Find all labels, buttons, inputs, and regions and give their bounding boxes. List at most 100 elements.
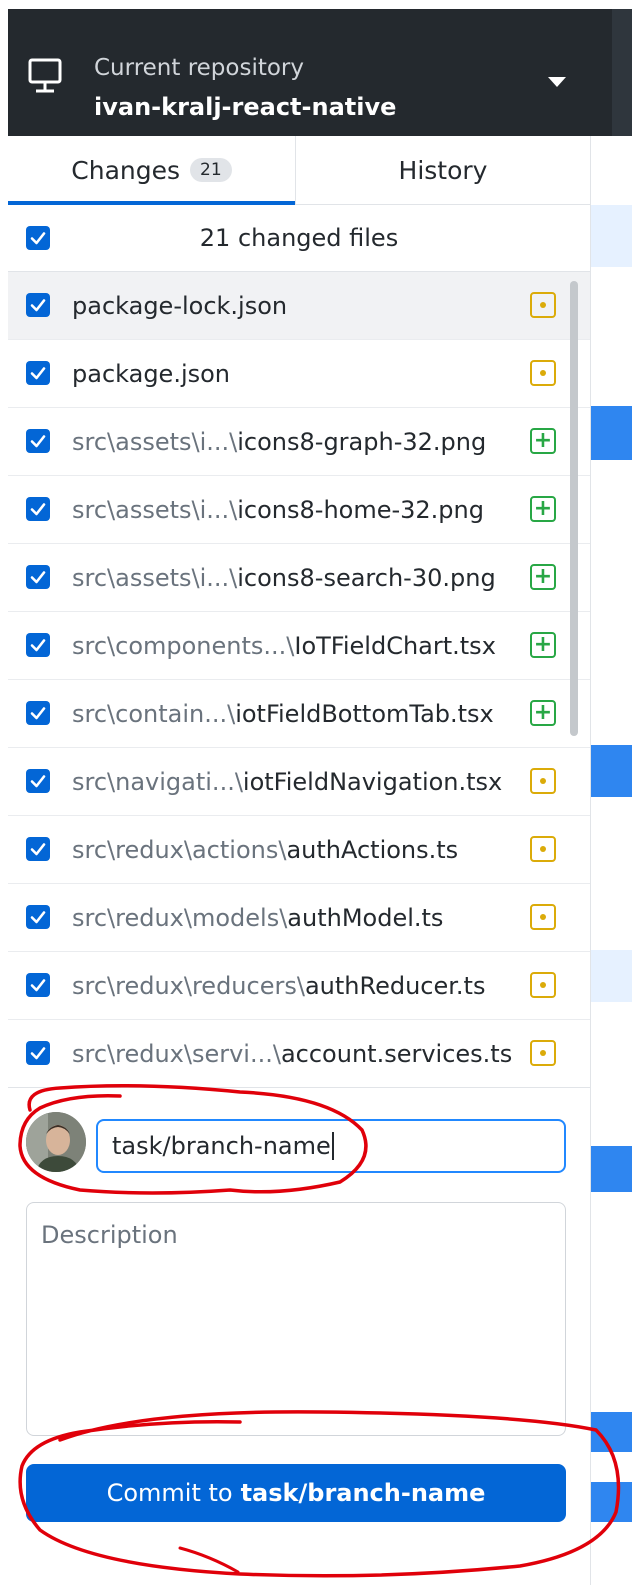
text-cursor: [331, 1132, 334, 1160]
diff-marker: [591, 1146, 632, 1192]
file-path: src\redux\servi...\ account.services.ts: [72, 1020, 512, 1087]
file-path: src\components...\ IoTFieldChart.tsx: [72, 612, 496, 679]
file-modified-icon: [530, 836, 556, 862]
file-checkbox[interactable]: [26, 565, 50, 589]
file-checkbox[interactable]: [26, 701, 50, 725]
file-row[interactable]: src\contain...\ iotFieldBottomTab.tsx +: [8, 680, 590, 748]
file-name: iotFieldBottomTab.tsx: [235, 699, 494, 728]
file-checkbox[interactable]: [26, 905, 50, 929]
file-list-scrollbar[interactable]: [570, 281, 578, 736]
commit-summary-input[interactable]: task/branch-name: [96, 1119, 566, 1173]
file-checkbox[interactable]: [26, 293, 50, 317]
file-row[interactable]: src\redux\actions\ authActions.ts: [8, 816, 590, 884]
changed-files-count: 21 changed files: [199, 224, 399, 252]
file-checkbox[interactable]: [26, 497, 50, 521]
checkmark-icon: [30, 639, 46, 652]
dropdown-caret-icon: [548, 77, 566, 87]
file-row[interactable]: src\components...\ IoTFieldChart.tsx +: [8, 612, 590, 680]
file-name: authModel.ts: [287, 903, 444, 932]
desktop-icon: [28, 58, 62, 93]
checkmark-icon: [30, 843, 46, 856]
file-name: IoTFieldChart.tsx: [294, 631, 496, 660]
file-row[interactable]: src\redux\models\ authModel.ts: [8, 884, 590, 952]
file-checkbox[interactable]: [26, 1041, 50, 1065]
checkmark-icon: [30, 367, 46, 380]
current-repository-button[interactable]: Current repository ivan-kralj-react-nati…: [8, 9, 612, 136]
file-row[interactable]: src\assets\i...\ icons8-home-32.png +: [8, 476, 590, 544]
commit-panel: task/branch-name Description Commit to t…: [8, 1087, 590, 1586]
file-row[interactable]: package-lock.json: [8, 272, 590, 340]
file-checkbox[interactable]: [26, 429, 50, 453]
file-modified-icon: [530, 292, 556, 318]
diff-highlight: [591, 205, 632, 267]
user-avatar-icon: [26, 1112, 86, 1172]
top-strip: [0, 0, 632, 9]
file-row[interactable]: src\redux\servi...\ account.services.ts: [8, 1020, 590, 1087]
file-modified-icon: [530, 904, 556, 930]
file-path: src\assets\i...\ icons8-search-30.png: [72, 544, 496, 611]
file-checkbox[interactable]: [26, 837, 50, 861]
diff-marker: [591, 1482, 632, 1522]
commit-button-prefix: Commit to: [106, 1479, 233, 1507]
file-name: icons8-graph-32.png: [237, 427, 487, 456]
toolbar-next-section: [612, 9, 632, 136]
file-row[interactable]: package.json: [8, 340, 590, 408]
file-name: package-lock.json: [72, 291, 288, 320]
diff-highlight: [591, 950, 632, 1002]
file-directory: src\redux\reducers\: [72, 971, 305, 1000]
file-path: package-lock.json: [72, 272, 287, 339]
file-name: package.json: [72, 359, 231, 388]
file-name: account.services.ts: [280, 1039, 513, 1068]
file-modified-icon: [530, 972, 556, 998]
file-row[interactable]: src\navigati...\ iotFieldNavigation.tsx: [8, 748, 590, 816]
diff-marker: [591, 406, 632, 460]
file-path: src\contain...\ iotFieldBottomTab.tsx: [72, 680, 494, 747]
file-name: icons8-search-30.png: [237, 563, 496, 592]
commit-summary-value: task/branch-name: [112, 1132, 331, 1160]
file-directory: src\redux\actions\: [72, 835, 287, 864]
file-path: src\redux\models\ authModel.ts: [72, 884, 443, 951]
file-path: src\navigati...\ iotFieldNavigation.tsx: [72, 748, 502, 815]
file-row[interactable]: src\assets\i...\ icons8-graph-32.png +: [8, 408, 590, 476]
diff-marker: [591, 745, 632, 797]
checkmark-icon: [30, 299, 46, 312]
checkmark-icon: [30, 707, 46, 720]
file-directory: src\navigati...\: [72, 767, 243, 796]
file-directory: src\redux\servi...\: [72, 1039, 281, 1068]
file-row[interactable]: src\redux\reducers\ authReducer.ts: [8, 952, 590, 1020]
checkmark-icon: [30, 232, 46, 245]
file-modified-icon: [530, 768, 556, 794]
file-checkbox[interactable]: [26, 633, 50, 657]
sidebar-tabs: Changes 21 History: [8, 136, 590, 205]
checkmark-icon: [30, 571, 46, 584]
file-row[interactable]: src\assets\i...\ icons8-search-30.png +: [8, 544, 590, 612]
file-added-icon: +: [530, 564, 556, 590]
diff-marker: [591, 1412, 632, 1452]
file-modified-icon: [530, 1040, 556, 1066]
file-checkbox[interactable]: [26, 361, 50, 385]
changes-count-badge: 21: [190, 158, 232, 182]
repository-name: ivan-kralj-react-native: [94, 93, 397, 121]
file-modified-icon: [530, 360, 556, 386]
tab-changes[interactable]: Changes 21: [8, 136, 296, 205]
changed-files-header: 21 changed files: [8, 205, 590, 272]
commit-button[interactable]: Commit to task/branch-name: [26, 1464, 566, 1522]
diff-pane: [591, 136, 632, 1585]
checkmark-icon: [30, 1047, 46, 1060]
file-checkbox[interactable]: [26, 973, 50, 997]
changes-sidebar: Changes 21 History 21 changed files pack…: [8, 136, 591, 1586]
file-added-icon: +: [530, 700, 556, 726]
select-all-checkbox[interactable]: [26, 226, 50, 250]
tab-history-label: History: [398, 155, 488, 185]
file-directory: src\assets\i...\: [72, 563, 238, 592]
file-path: src\redux\reducers\ authReducer.ts: [72, 952, 485, 1019]
commit-description-field[interactable]: Description: [26, 1202, 566, 1436]
checkmark-icon: [30, 911, 46, 924]
checkmark-icon: [30, 775, 46, 788]
tab-changes-label: Changes: [71, 155, 181, 185]
checkmark-icon: [30, 979, 46, 992]
tab-history[interactable]: History: [296, 136, 590, 204]
changed-files-list: package-lock.json package.json src\assets\…: [8, 272, 590, 1087]
file-added-icon: +: [530, 496, 556, 522]
file-checkbox[interactable]: [26, 769, 50, 793]
